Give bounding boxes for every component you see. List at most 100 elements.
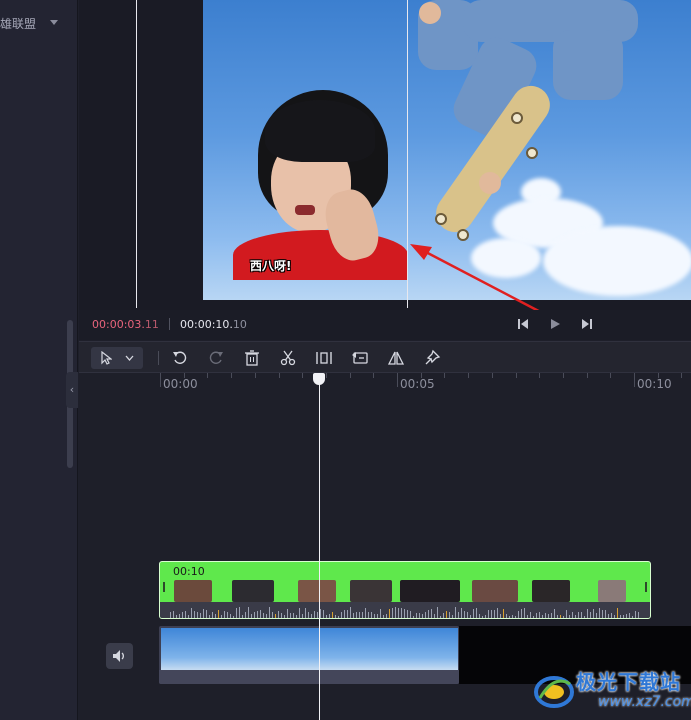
redo-icon[interactable] xyxy=(207,349,225,367)
skip-back-icon[interactable] xyxy=(516,317,530,331)
waveform-bar xyxy=(446,611,447,618)
waveform-bar xyxy=(203,609,204,618)
sticker-subtitle: 西八呀! xyxy=(250,259,292,273)
waveform-bar xyxy=(455,607,456,618)
undo-icon[interactable] xyxy=(171,349,189,367)
toolbar-divider xyxy=(158,351,159,365)
waveform-bar xyxy=(542,615,543,618)
ruler-tick xyxy=(184,373,185,378)
skip-forward-icon[interactable] xyxy=(580,317,594,331)
waveform-bar xyxy=(302,614,303,618)
waveform-bar xyxy=(368,612,369,618)
ruler-tick xyxy=(160,373,161,387)
waveform-bar xyxy=(614,615,615,618)
waveform-bar xyxy=(476,608,477,618)
waveform-bar xyxy=(182,612,183,618)
waveform-bar xyxy=(194,611,195,618)
audio-waveform xyxy=(160,602,650,618)
waveform-bar xyxy=(206,610,207,618)
waveform-bar xyxy=(425,612,426,618)
ruler-tick xyxy=(539,373,540,378)
playhead-line xyxy=(319,373,320,720)
waveform-bar xyxy=(461,608,462,618)
waveform-bar xyxy=(539,612,540,618)
waveform-bar xyxy=(572,612,573,618)
waveform-bar xyxy=(332,612,333,618)
waveform-bar xyxy=(503,609,504,618)
clip-thumbnail xyxy=(279,628,339,670)
waveform-bar xyxy=(338,616,339,618)
site-watermark: 极光下载站 www.xz7.com xyxy=(532,662,691,718)
media-sidebar: 雄联盟 ‹ xyxy=(0,0,78,720)
video-clip[interactable] xyxy=(159,626,459,684)
waveform-bar xyxy=(173,611,174,618)
ruler-tick xyxy=(634,373,635,387)
waveform-bar xyxy=(170,612,171,618)
waveform-bar xyxy=(479,614,480,618)
ruler-tick xyxy=(610,373,611,378)
collapse-sidebar-button[interactable]: ‹ xyxy=(66,372,78,408)
track-mute-button[interactable] xyxy=(106,643,133,669)
clip-duration: 00:10 xyxy=(170,565,208,578)
waveform-bar xyxy=(200,613,201,618)
play-icon[interactable] xyxy=(548,317,562,331)
chevron-left-icon: ‹ xyxy=(69,383,75,396)
time-ruler[interactable]: 00:00 00:05 00:10 xyxy=(79,373,691,395)
sticker-overlay[interactable]: 西八呀! xyxy=(203,90,408,280)
waveform-bar xyxy=(329,614,330,618)
waveform-bar xyxy=(191,608,192,618)
waveform-bar xyxy=(347,610,348,618)
waveform-bar xyxy=(500,614,501,618)
waveform-bar xyxy=(233,616,234,618)
waveform-bar xyxy=(596,613,597,618)
video-preview[interactable]: 西八呀! xyxy=(203,0,691,300)
select-tool-dropdown[interactable] xyxy=(91,347,143,369)
waveform-bar xyxy=(530,612,531,618)
delete-icon[interactable] xyxy=(243,349,261,367)
waveform-bar xyxy=(230,614,231,618)
clip-thumbnail xyxy=(339,628,399,670)
green-screen-clip[interactable]: 00:10 xyxy=(159,561,651,619)
waveform-bar xyxy=(272,612,273,618)
waveform-bar xyxy=(245,612,246,618)
waveform-bar xyxy=(287,609,288,618)
waveform-bar xyxy=(401,608,402,618)
chevron-down-icon[interactable] xyxy=(50,20,58,25)
waveform-bar xyxy=(395,607,396,618)
pin-icon[interactable] xyxy=(423,349,441,367)
playhead-handle[interactable] xyxy=(313,373,325,385)
waveform-bar xyxy=(548,614,549,618)
waveform-bar xyxy=(263,613,264,618)
waveform-bar xyxy=(371,612,372,618)
waveform-bar xyxy=(608,614,609,618)
split-icon[interactable] xyxy=(315,349,333,367)
waveform-bar xyxy=(185,611,186,618)
waveform-bar xyxy=(305,608,306,618)
total-time: 00:00:10.10 xyxy=(180,318,247,331)
waveform-bar xyxy=(377,614,378,618)
mirror-icon[interactable] xyxy=(387,349,405,367)
waveform-bar xyxy=(431,609,432,618)
waveform-bar xyxy=(590,612,591,618)
sidebar-item-label[interactable]: 雄联盟 xyxy=(0,15,36,32)
clip-thumbnail xyxy=(400,580,460,602)
clip-audio-strip xyxy=(159,670,459,684)
scissors-icon[interactable] xyxy=(279,349,297,367)
waveform-bar xyxy=(311,614,312,618)
edit-toolbar xyxy=(79,341,691,373)
waveform-bar xyxy=(419,613,420,618)
ruler-tick xyxy=(350,373,351,378)
waveform-bar xyxy=(353,613,354,618)
clip-trim-handle-left[interactable] xyxy=(163,582,165,592)
waveform-bar xyxy=(527,615,528,618)
ruler-label: 00:05 xyxy=(400,377,435,391)
waveform-bar xyxy=(236,608,237,618)
reverse-icon[interactable] xyxy=(351,349,369,367)
ruler-tick xyxy=(658,373,659,378)
clip-trim-handle-right[interactable] xyxy=(645,582,647,592)
waveform-bar xyxy=(386,614,387,618)
playback-bar: 00:00:03.11 00:00:10.10 xyxy=(79,310,691,340)
ruler-tick xyxy=(397,373,398,387)
waveform-bar xyxy=(296,615,297,618)
ruler-tick xyxy=(279,373,280,378)
